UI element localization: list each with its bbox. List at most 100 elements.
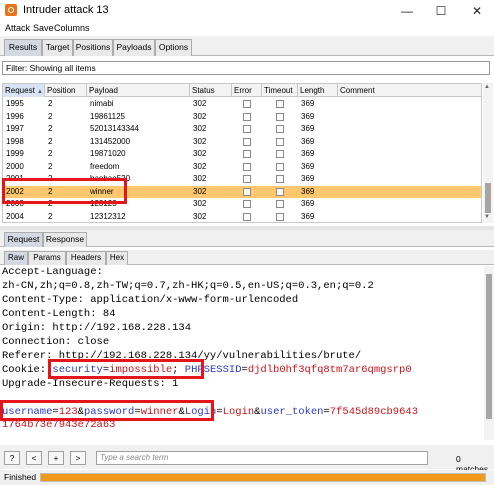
cell-status: 302 bbox=[193, 136, 207, 146]
tab-headers[interactable]: Headers bbox=[66, 251, 106, 265]
column-header-payload[interactable]: Payload bbox=[87, 84, 190, 97]
cell-position: 2 bbox=[48, 149, 53, 158]
error-checkbox bbox=[243, 200, 251, 208]
column-header-length[interactable]: Length bbox=[298, 84, 338, 97]
help-button[interactable]: ? bbox=[4, 451, 20, 465]
highlight-box-credentials bbox=[0, 400, 214, 421]
main-tab-bar: Results Target Positions Payloads Option… bbox=[0, 36, 494, 56]
timeout-checkbox bbox=[276, 212, 284, 221]
progress-fill bbox=[41, 474, 485, 481]
table-scrollbar[interactable]: ▲ ▼ bbox=[483, 83, 493, 223]
request-line: Content-Length: 84 bbox=[2, 308, 116, 320]
request-line: Origin: http://192.168.228.134 bbox=[2, 322, 192, 334]
table-row[interactable]: 1999 2 19871020 302 369 bbox=[3, 148, 481, 160]
editor-scrollbar[interactable] bbox=[484, 266, 494, 440]
cell-length: 369 bbox=[301, 186, 315, 196]
tab-target[interactable]: Target bbox=[42, 39, 73, 56]
table-row[interactable]: 2004 2 12312312 302 369 bbox=[3, 211, 481, 223]
add-button[interactable]: + bbox=[48, 451, 64, 465]
cell-length: 369 bbox=[301, 124, 315, 133]
error-checkbox bbox=[243, 125, 251, 133]
column-header-position[interactable]: Position bbox=[45, 84, 87, 97]
timeout-checkbox bbox=[276, 150, 284, 158]
cell-request: 2004 bbox=[6, 211, 24, 221]
tab-options[interactable]: Options bbox=[155, 39, 192, 56]
detail-tab-bar: Request Response bbox=[0, 230, 494, 247]
request-line: Accept-Language: bbox=[2, 266, 103, 278]
table-row[interactable]: 1997 2 52013143344 302 369 bbox=[3, 123, 481, 135]
column-header-error[interactable]: Error bbox=[232, 84, 262, 97]
maximize-button[interactable]: ☐ bbox=[426, 2, 456, 20]
cell-payload: 19861125 bbox=[90, 111, 125, 121]
cell-request: 1995 bbox=[6, 99, 24, 108]
burp-logo-icon bbox=[5, 4, 17, 16]
table-row[interactable]: 1998 2 131452000 302 369 bbox=[3, 136, 481, 148]
menu-columns[interactable]: Columns bbox=[54, 23, 90, 33]
cell-request: 1998 bbox=[6, 136, 24, 146]
menu-attack[interactable]: Attack bbox=[5, 23, 30, 33]
cell-length: 369 bbox=[301, 99, 315, 108]
next-match-button[interactable]: > bbox=[70, 451, 86, 465]
cell-status: 302 bbox=[193, 199, 207, 208]
cell-payload: 12312312 bbox=[90, 211, 126, 221]
cell-status: 302 bbox=[193, 111, 207, 121]
filter-bar[interactable]: Filter: Showing all items bbox=[2, 61, 490, 75]
tab-payloads[interactable]: Payloads bbox=[113, 39, 155, 56]
cell-position: 2 bbox=[48, 111, 53, 121]
cell-status: 302 bbox=[193, 211, 207, 221]
tab-request[interactable]: Request bbox=[4, 232, 43, 247]
table-scroll-thumb[interactable] bbox=[485, 183, 491, 213]
timeout-checkbox bbox=[276, 175, 284, 183]
scroll-up-icon[interactable]: ▲ bbox=[484, 84, 490, 90]
minimize-button[interactable]: — bbox=[392, 2, 422, 20]
column-header-request[interactable]: Request ▲ bbox=[3, 84, 45, 97]
cell-position: 2 bbox=[48, 99, 53, 108]
cell-status: 302 bbox=[193, 186, 207, 196]
tab-hex[interactable]: Hex bbox=[106, 251, 128, 265]
cell-length: 369 bbox=[301, 161, 315, 171]
timeout-checkbox bbox=[276, 100, 284, 108]
request-line: Connection: close bbox=[2, 336, 110, 348]
cell-length: 369 bbox=[301, 149, 315, 158]
timeout-checkbox bbox=[276, 125, 284, 133]
cell-length: 369 bbox=[301, 111, 315, 121]
error-checkbox bbox=[243, 187, 251, 196]
column-header-comment[interactable]: Comment bbox=[338, 84, 481, 97]
table-row[interactable]: 1996 2 19861125 302 369 bbox=[3, 111, 481, 123]
tab-response[interactable]: Response bbox=[43, 232, 87, 247]
menu-save[interactable]: Save bbox=[33, 23, 54, 33]
timeout-checkbox bbox=[276, 137, 284, 146]
timeout-checkbox bbox=[276, 162, 284, 171]
timeout-checkbox bbox=[276, 187, 284, 196]
cell-position: 2 bbox=[48, 124, 53, 133]
column-header-status[interactable]: Status bbox=[190, 84, 232, 97]
search-bar: ? < + > Type a search term 0 matches bbox=[0, 445, 494, 474]
highlight-box-cookie bbox=[48, 359, 204, 379]
timeout-checkbox bbox=[276, 112, 284, 121]
request-line: Upgrade-Insecure-Requests: 1 bbox=[2, 378, 179, 390]
cell-status: 302 bbox=[193, 99, 207, 108]
cell-status: 302 bbox=[193, 161, 207, 171]
previous-match-button[interactable]: < bbox=[26, 451, 42, 465]
tab-raw[interactable]: Raw bbox=[4, 251, 28, 265]
error-checkbox bbox=[243, 175, 251, 183]
column-header-timeout[interactable]: Timeout bbox=[262, 84, 298, 97]
cell-status: 302 bbox=[193, 149, 207, 158]
cell-position: 2 bbox=[48, 161, 53, 171]
tab-results[interactable]: Results bbox=[4, 39, 42, 56]
table-row[interactable]: 2000 2 freedom 302 369 bbox=[3, 161, 481, 173]
close-button[interactable]: ✕ bbox=[462, 2, 492, 20]
cell-position: 2 bbox=[48, 211, 53, 221]
search-input[interactable]: Type a search term bbox=[96, 451, 428, 465]
tab-positions[interactable]: Positions bbox=[73, 39, 113, 56]
editor-scroll-thumb[interactable] bbox=[486, 274, 492, 419]
status-bar: Finished bbox=[0, 470, 494, 485]
progress-bar bbox=[40, 473, 486, 482]
scroll-down-icon[interactable]: ▼ bbox=[484, 214, 490, 220]
cell-payload: freedom bbox=[90, 161, 120, 171]
table-row[interactable]: 1995 2 nimabi 302 369 bbox=[3, 98, 481, 110]
error-checkbox bbox=[243, 112, 251, 121]
tab-params[interactable]: Params bbox=[28, 251, 66, 265]
cell-payload: nimabi bbox=[90, 99, 114, 108]
cell-payload: 52013143344 bbox=[90, 124, 139, 133]
